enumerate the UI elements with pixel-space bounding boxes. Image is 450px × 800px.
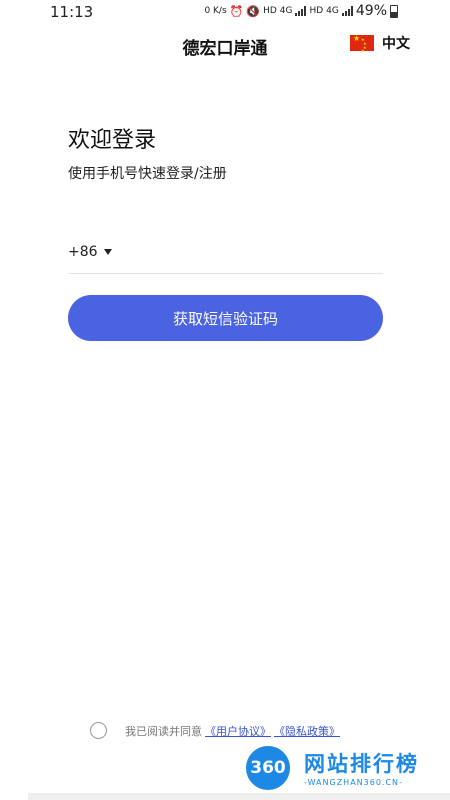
watermark-sub: -WANGZHAN360.CN- [304,778,403,787]
welcome-title: 欢迎登录 [68,128,157,153]
phone-field: +86 [68,240,383,274]
watermark-logo: 360 [246,746,290,790]
agreement-radio[interactable] [90,722,107,739]
phone-input[interactable] [118,242,382,268]
privacy-policy-link[interactable]: 《隐私政策》 [274,723,340,739]
mute-icon: 🔇 [246,4,261,18]
hd-badge-2: HD [309,6,324,16]
hd-badge-1: HD [263,6,277,16]
get-sms-code-button[interactable]: 获取短信验证码 [68,295,383,341]
app-header: 德宏口岸通 ★ ★ ★ ★ ★ 中文 [0,28,450,60]
welcome-subtitle: 使用手机号快速登录/注册 [68,166,227,182]
language-switcher[interactable]: ★ ★ ★ ★ ★ 中文 [350,33,410,53]
signal-icon-1 [295,6,307,16]
caret-down-icon [103,249,112,255]
signal-icon-2 [341,6,353,16]
china-flag-icon: ★ ★ ★ ★ ★ [350,34,374,53]
watermark: 360 网站排行榜 -WANGZHAN360.CN- [246,744,446,796]
network-type-1: 4G [279,6,293,16]
watermark-name: 网站排行榜 [304,752,419,776]
battery-percent: 49% [355,3,387,19]
status-icons: 0 K/s ⏰ 🔇 HD 4G HD 4G 49% [204,3,398,19]
agreement-text: 我已阅读并同意 [125,724,202,738]
country-code-selector[interactable]: +86 [68,244,112,260]
network-type-2: 4G [326,6,339,16]
alarm-icon: ⏰ [229,4,244,18]
user-agreement-link[interactable]: 《用户协议》 [205,723,271,739]
country-code: +86 [68,244,98,260]
bottom-bar [28,793,450,800]
net-speed: 0 K/s [204,6,227,16]
status-bar: 11:13 0 K/s ⏰ 🔇 HD 4G HD 4G 49% [0,0,450,24]
status-time: 11:13 [50,3,94,21]
agreement-row: 我已阅读并同意 《用户协议》 《隐私政策》 [90,722,340,739]
battery-icon [390,4,398,18]
language-label: 中文 [382,36,410,52]
